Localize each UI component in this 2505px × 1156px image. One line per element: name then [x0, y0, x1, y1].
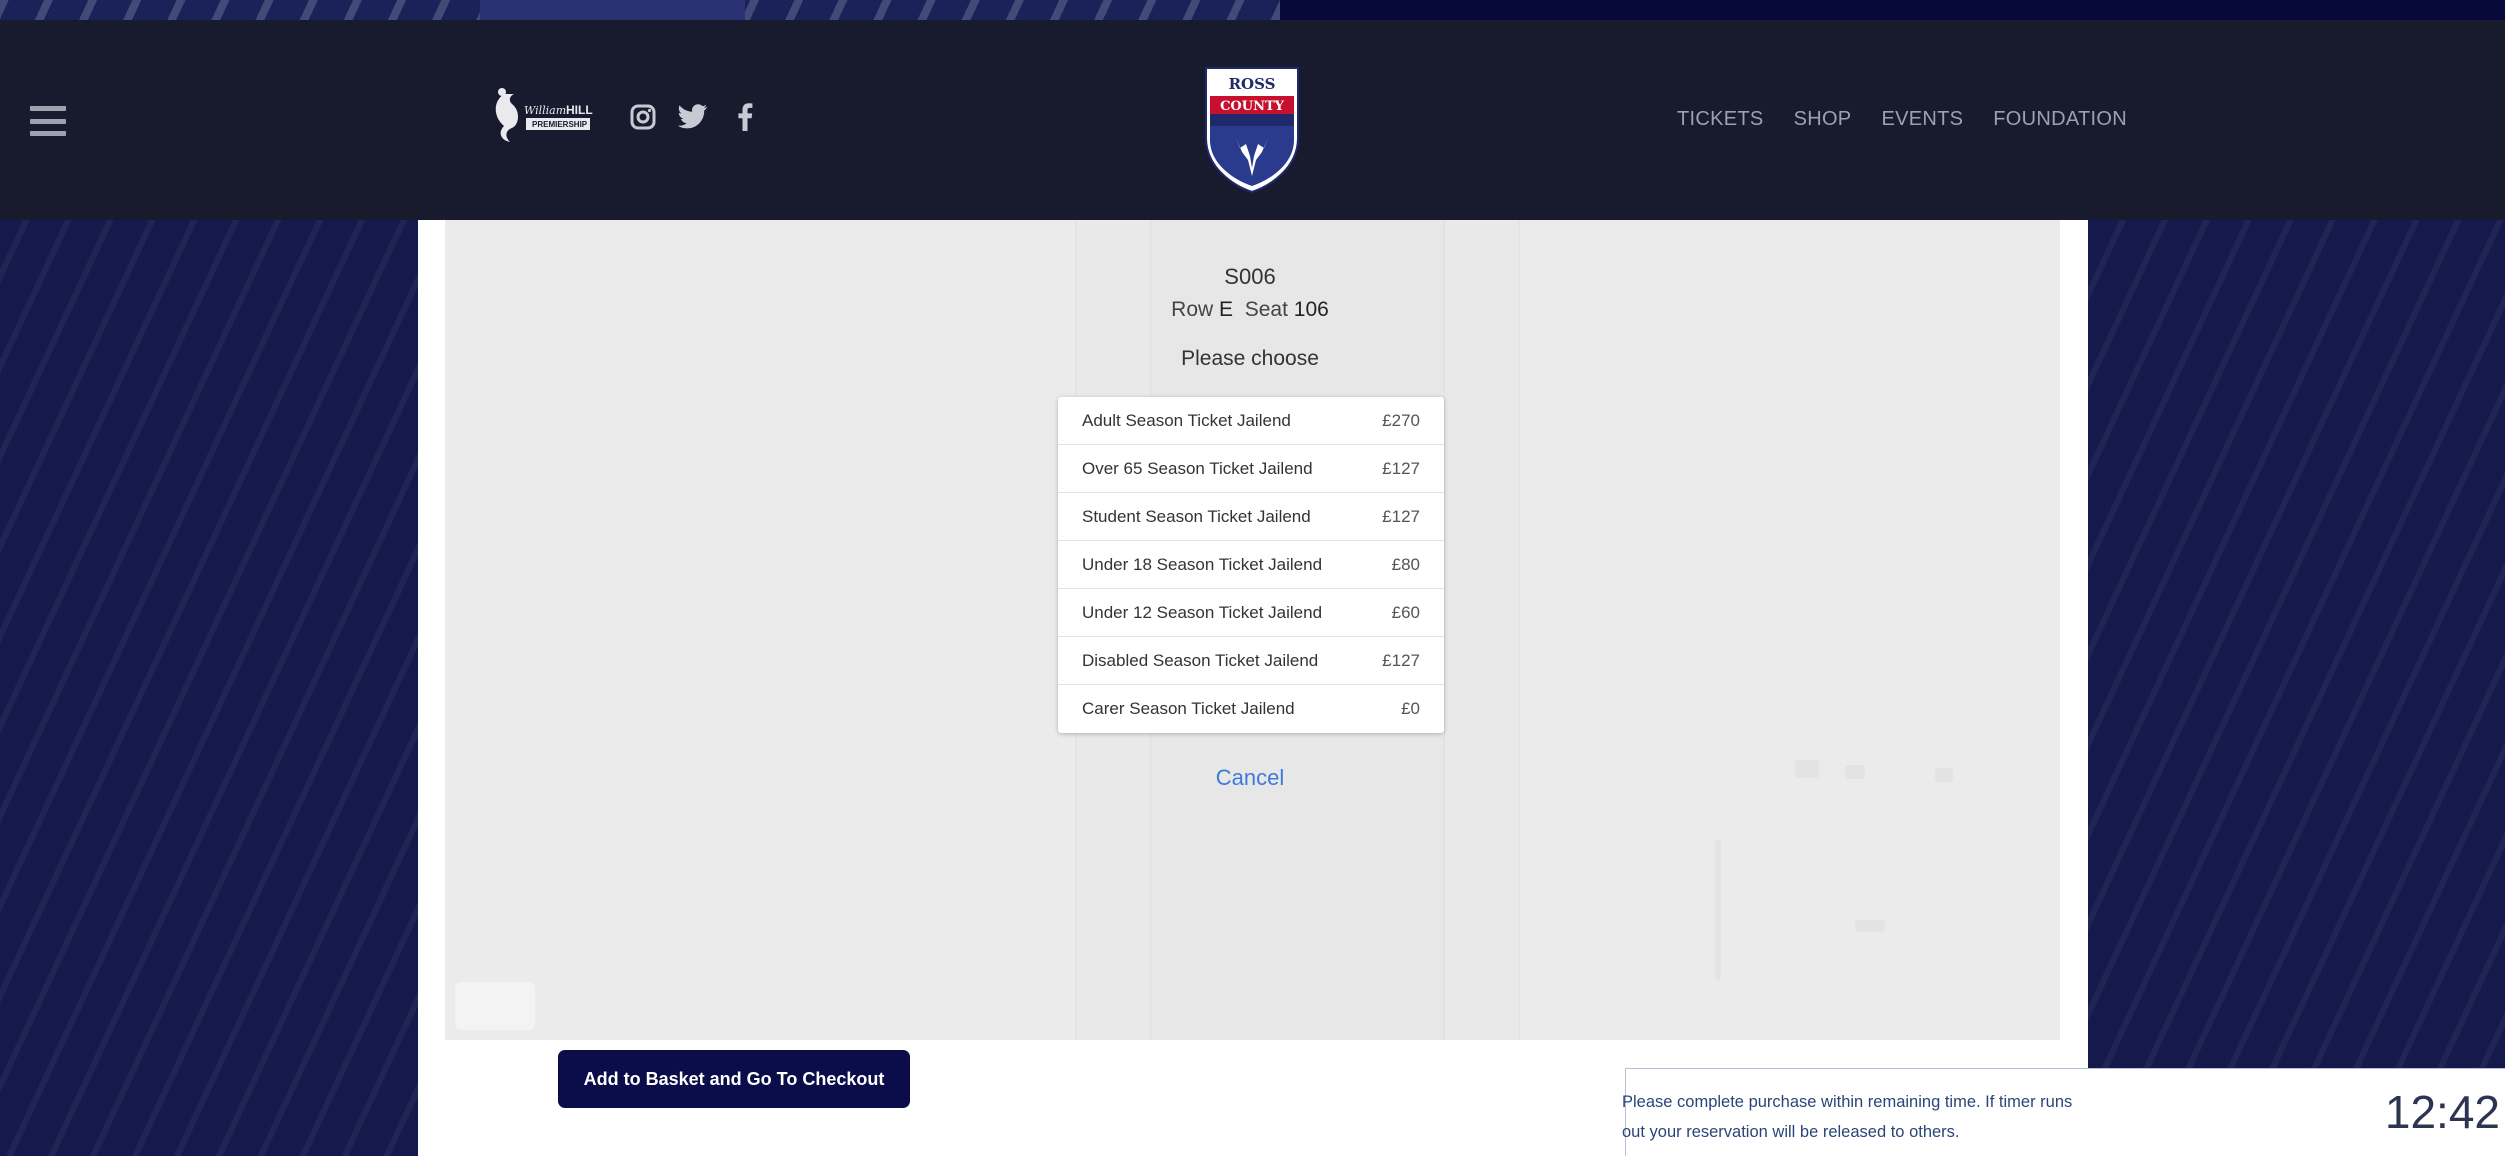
- timer-message-line-2: out your reservation will be released to…: [1622, 1123, 1960, 1141]
- nav-events[interactable]: EVENTS: [1881, 108, 1963, 131]
- row-value: E: [1219, 298, 1234, 321]
- choose-prompt: Please choose: [1181, 347, 1319, 370]
- nav-foundation[interactable]: FOUNDATION: [1993, 108, 2127, 131]
- ticket-option-label: Under 12 Season Ticket Jailend: [1082, 602, 1323, 622]
- ticket-option-label: Carer Season Ticket Jailend: [1082, 699, 1295, 718]
- ticket-option-label: Student Season Ticket Jailend: [1082, 506, 1311, 526]
- top-stripe-block: [480, 0, 745, 20]
- nav-tickets[interactable]: TICKETS: [1677, 108, 1764, 131]
- ticket-option-disabled[interactable]: Disabled Season Ticket Jailend £127: [1058, 637, 1444, 685]
- ticket-option-label: Disabled Season Ticket Jailend: [1082, 650, 1319, 670]
- crest-text-bottom: COUNTY: [1220, 99, 1285, 114]
- crest-text-top: ROSS: [1229, 75, 1276, 93]
- main-nav: TICKETS SHOP EVENTS FOUNDATION: [1677, 104, 2127, 134]
- ticket-option-price: £127: [1382, 458, 1420, 478]
- ticket-option-price: £270: [1382, 410, 1420, 430]
- svg-text:HILL: HILL: [566, 103, 593, 117]
- menu-icon[interactable]: [30, 106, 66, 136]
- map-marker: [1935, 768, 1953, 782]
- facebook-icon[interactable]: [728, 100, 762, 134]
- map-line: [1715, 840, 1721, 980]
- seat-code: S006: [1224, 264, 1276, 289]
- cancel-link[interactable]: Cancel: [1150, 765, 1350, 791]
- svg-text:William: William: [524, 104, 566, 117]
- ticket-option-price: £127: [1382, 506, 1420, 526]
- ticket-option-under-12[interactable]: Under 12 Season Ticket Jailend £60: [1058, 589, 1444, 637]
- ticket-options-list: Adult Season Ticket Jailend £270 Over 65…: [1058, 397, 1444, 733]
- seat-value: 106: [1293, 298, 1329, 321]
- premiership-logo[interactable]: William HILL PREMIERSHIP: [490, 84, 612, 146]
- row-label: Row: [1171, 298, 1214, 321]
- ross-county-crest[interactable]: ROSS COUNTY: [1200, 64, 1304, 194]
- top-stripe-dark: [1280, 0, 2505, 20]
- ticket-option-price: £80: [1391, 554, 1420, 574]
- ticket-option-adult[interactable]: Adult Season Ticket Jailend £270: [1058, 397, 1444, 445]
- seat-location: Row E Seat 106: [1100, 298, 1400, 322]
- map-marker: [1845, 765, 1865, 779]
- twitter-icon[interactable]: [676, 100, 710, 134]
- seat-label: Seat: [1244, 298, 1288, 321]
- ticket-option-student[interactable]: Student Season Ticket Jailend £127: [1058, 493, 1444, 541]
- ticket-option-over-65[interactable]: Over 65 Season Ticket Jailend £127: [1058, 445, 1444, 493]
- ticket-option-price: £60: [1391, 602, 1420, 622]
- site-header: William HILL PREMIERSHIP ROSS COUNTY TIC…: [0, 20, 2505, 220]
- ticket-option-carer[interactable]: Carer Season Ticket Jailend £0: [1058, 685, 1444, 733]
- instagram-icon[interactable]: [626, 100, 660, 134]
- timer-countdown: 12:42: [2384, 1086, 2500, 1138]
- timer-message-line-1: Please complete purchase within remainin…: [1622, 1093, 2073, 1111]
- add-to-basket-checkout-button[interactable]: Add to Basket and Go To Checkout: [558, 1050, 910, 1108]
- ticket-option-label: Over 65 Season Ticket Jailend: [1082, 458, 1313, 478]
- map-marker: [1795, 760, 1819, 778]
- ticket-option-label: Under 18 Season Ticket Jailend: [1082, 554, 1323, 574]
- nav-shop[interactable]: SHOP: [1794, 108, 1852, 131]
- ticket-option-price: £127: [1382, 650, 1420, 670]
- timer-message: Please complete purchase within remainin…: [1622, 1087, 2212, 1147]
- ticket-option-under-18[interactable]: Under 18 Season Ticket Jailend £80: [1058, 541, 1444, 589]
- ticket-option-label: Adult Season Ticket Jailend: [1082, 410, 1291, 430]
- svg-text:PREMIERSHIP: PREMIERSHIP: [532, 120, 588, 129]
- map-zoom-control[interactable]: [455, 982, 535, 1030]
- ticket-option-price: £0: [1401, 699, 1420, 718]
- map-marker: [1855, 920, 1885, 932]
